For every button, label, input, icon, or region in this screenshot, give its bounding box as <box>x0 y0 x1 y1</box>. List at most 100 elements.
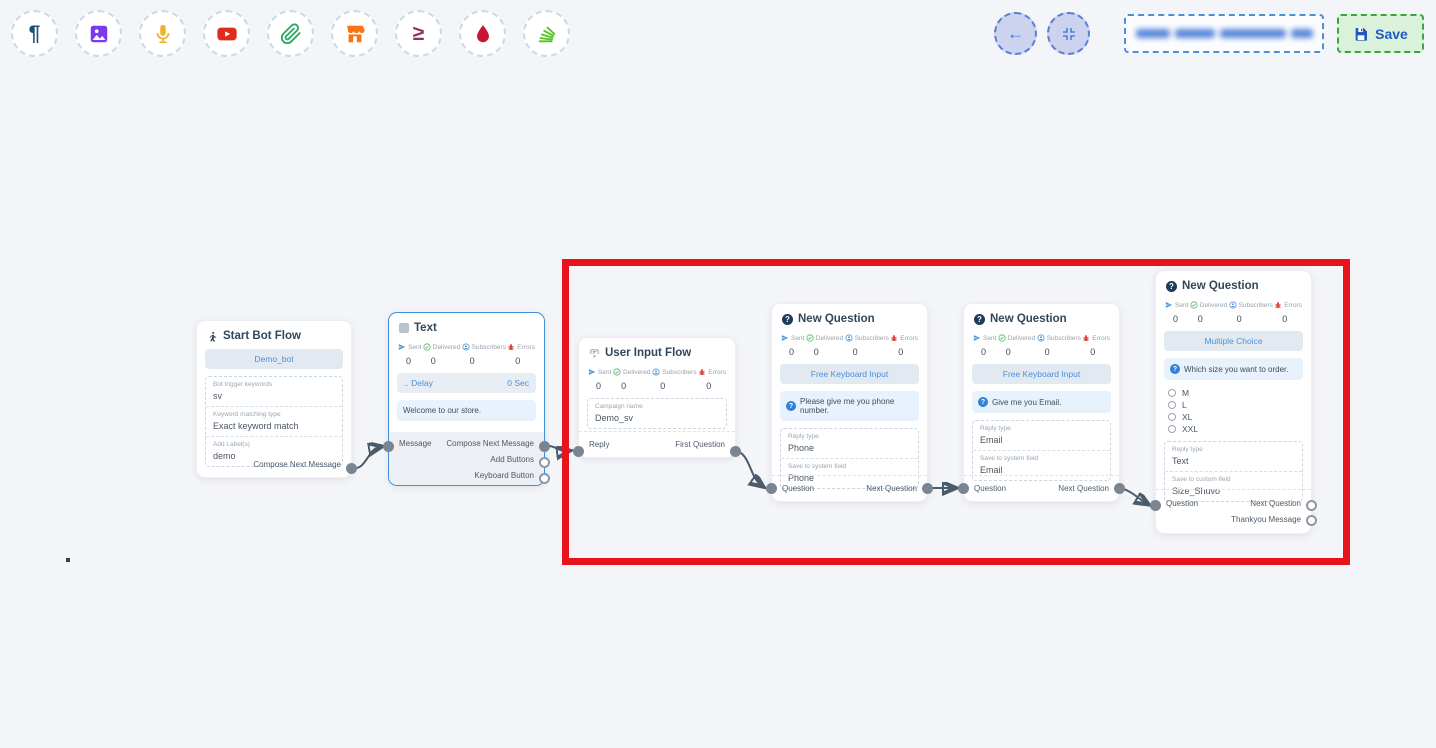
field-value: Phone <box>788 443 911 453</box>
port-out-keyboard-button[interactable] <box>539 473 550 484</box>
errors-count: 0 <box>1090 347 1110 357</box>
errors-count: 0 <box>1282 314 1302 324</box>
port-in-question[interactable] <box>766 483 777 494</box>
option-label: XL <box>1182 412 1192 422</box>
field-group[interactable]: Bot trigger keywords sv <box>206 377 342 406</box>
port-out-first-question[interactable] <box>730 446 741 457</box>
back-button[interactable]: ← <box>994 12 1037 55</box>
field-value: Exact keyword match <box>213 421 335 431</box>
errors-count: 0 <box>898 347 918 357</box>
radio-icon[interactable] <box>1168 401 1176 409</box>
text-element-button[interactable]: ¶ <box>11 10 58 57</box>
field-value: Email <box>980 435 1103 445</box>
microphone-icon <box>152 23 174 45</box>
question-bubble[interactable]: Please give me you phone number. <box>780 391 919 421</box>
port-out-next-question[interactable] <box>1306 500 1317 511</box>
node-new-question-size[interactable]: New Question Sent0 Delivered0 Subscriber… <box>1155 270 1312 534</box>
file-element-button[interactable] <box>267 10 314 57</box>
radio-icon[interactable] <box>1168 413 1176 421</box>
node-new-question-email[interactable]: New Question Sent0 Delivered0 Subscriber… <box>963 303 1120 502</box>
node-title: User Input Flow <box>605 347 691 359</box>
flow-canvas[interactable]: ¶ ≥ ← Save Start Bot <box>0 0 1436 748</box>
port-in-reply[interactable] <box>573 446 584 457</box>
delivered-icon <box>998 334 1006 342</box>
port-in-question[interactable] <box>958 483 969 494</box>
delivered-count: 0 <box>814 347 843 357</box>
redacted-text <box>1220 29 1286 38</box>
redacted-text <box>1175 29 1215 38</box>
node-title: Text <box>414 322 437 334</box>
subscribers-icon <box>652 368 660 376</box>
port-in-question[interactable] <box>1150 500 1161 511</box>
delivered-icon <box>806 334 814 342</box>
image-element-button[interactable] <box>75 10 122 57</box>
subscribers-count: 0 <box>660 381 696 391</box>
image-icon <box>88 23 110 45</box>
question-text: Give me you Email. <box>992 398 1061 407</box>
question-bubble[interactable]: Which size you want to order. <box>1164 358 1303 380</box>
bot-name-button[interactable]: Demo_bot <box>205 349 343 369</box>
sent-icon <box>973 334 981 342</box>
paperclip-icon <box>280 23 302 45</box>
audio-element-button[interactable] <box>139 10 186 57</box>
port-out-add-buttons[interactable] <box>539 457 550 468</box>
stray-dot <box>66 558 70 562</box>
field-group[interactable]: Reply type Phone <box>781 429 918 458</box>
sequence-element-button[interactable] <box>523 10 570 57</box>
node-new-question-phone[interactable]: New Question Sent0 Delivered0 Subscriber… <box>771 303 928 502</box>
field-value: Text <box>1172 456 1295 466</box>
pilcrow-icon: ¶ <box>29 23 41 44</box>
sent-count: 0 <box>1173 314 1188 324</box>
delivered-icon <box>613 368 621 376</box>
option-label: XXL <box>1182 424 1198 434</box>
video-element-button[interactable] <box>203 10 250 57</box>
errors-icon <box>1274 301 1282 309</box>
sent-count: 0 <box>406 356 421 366</box>
node-user-input-flow[interactable]: User Input Flow Sent0 Delivered0 Subscri… <box>578 337 736 458</box>
port-label-reply: Reply <box>589 440 609 449</box>
port-out-compose-next-message[interactable] <box>346 463 357 474</box>
option-row[interactable]: M <box>1168 387 1303 398</box>
port-in-message[interactable] <box>383 441 394 452</box>
choice-options: M L XL XXL <box>1168 387 1303 434</box>
running-person-icon <box>207 331 218 342</box>
option-row[interactable]: XXL <box>1168 423 1303 434</box>
port-out-next-question[interactable] <box>922 483 933 494</box>
question-icon <box>1170 364 1180 374</box>
option-row[interactable]: XL <box>1168 411 1303 422</box>
save-button[interactable]: Save <box>1337 14 1424 53</box>
question-icon <box>782 314 793 325</box>
drip-element-button[interactable] <box>459 10 506 57</box>
field-group[interactable]: Campaign name Demo_sv <box>588 399 726 428</box>
port-out-thankyou-message[interactable] <box>1306 515 1317 526</box>
option-label: L <box>1182 400 1187 410</box>
field-group[interactable]: Reply type Email <box>973 421 1110 450</box>
question-text: Please give me you phone number. <box>800 397 913 415</box>
reply-type-button[interactable]: Free Keyboard Input <box>780 364 919 384</box>
radio-icon[interactable] <box>1168 425 1176 433</box>
node-start-bot-flow[interactable]: Start Bot Flow Demo_bot Bot trigger keyw… <box>196 320 352 478</box>
subscribers-count: 0 <box>1237 314 1273 324</box>
port-label-add-buttons: Add Buttons <box>490 455 534 464</box>
option-row[interactable]: L <box>1168 399 1303 410</box>
reply-type-button[interactable]: Free Keyboard Input <box>972 364 1111 384</box>
stack-icon <box>536 23 558 45</box>
question-bubble[interactable]: Give me you Email. <box>972 391 1111 413</box>
node-text[interactable]: Text Sent0 Delivered0 Subscribers0 Error… <box>388 312 545 486</box>
subscribers-icon <box>1037 334 1045 342</box>
ecommerce-element-button[interactable] <box>331 10 378 57</box>
field-label: Reply type <box>1172 446 1295 453</box>
message-bubble[interactable]: Welcome to our store. <box>397 400 536 421</box>
field-group[interactable]: Keyword matching type Exact keyword matc… <box>206 406 342 436</box>
sent-count: 0 <box>596 381 611 391</box>
port-out-next-question[interactable] <box>1114 483 1125 494</box>
delivered-icon <box>1190 301 1198 309</box>
field-group[interactable]: Reply type Text <box>1165 442 1302 471</box>
delay-setting[interactable]: .. Delay 0 Sec <box>397 373 536 393</box>
reply-type-button[interactable]: Multiple Choice <box>1164 331 1303 351</box>
flow-title-input[interactable] <box>1124 14 1324 53</box>
condition-element-button[interactable]: ≥ <box>395 10 442 57</box>
port-out-compose-next-message[interactable] <box>539 441 550 452</box>
fit-view-button[interactable] <box>1047 12 1090 55</box>
radio-icon[interactable] <box>1168 389 1176 397</box>
